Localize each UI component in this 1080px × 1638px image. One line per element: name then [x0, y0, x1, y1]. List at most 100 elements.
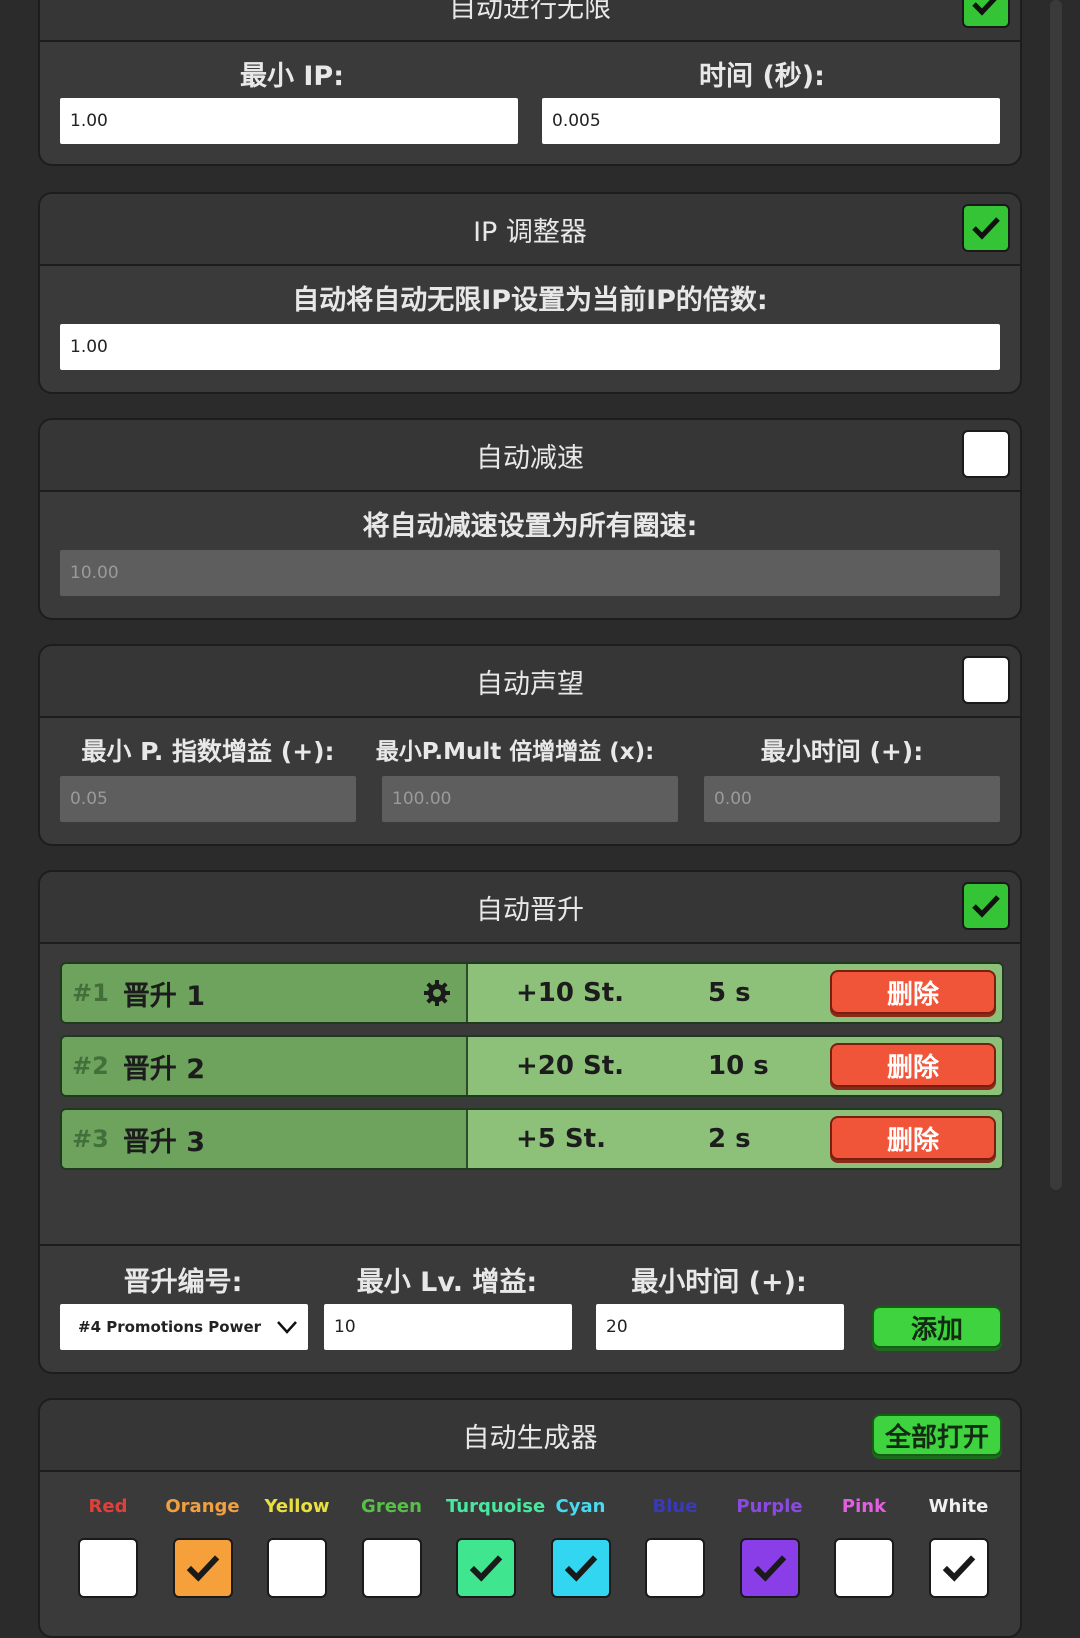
chevron-down-icon — [277, 1321, 297, 1334]
generator-color-label: Turquoise — [446, 1496, 546, 1517]
auto-infinity-toggle[interactable] — [962, 0, 1010, 28]
generator-color-toggle[interactable] — [267, 1538, 327, 1598]
generator-color-label: Blue — [652, 1496, 698, 1517]
check-icon — [469, 1555, 503, 1582]
generator-color-orange: Orange — [163, 1496, 243, 1598]
promotion-row-right: +5 St. 2 s 删除 — [468, 1110, 1002, 1168]
check-icon — [564, 1555, 597, 1582]
auto-slow-input[interactable]: 10.00 — [60, 550, 1000, 596]
promotion-time: 10 s — [708, 1051, 769, 1081]
generator-color-label: Green — [361, 1496, 422, 1517]
generator-color-label: Pink — [841, 1496, 887, 1517]
generator-color-white: White — [919, 1496, 999, 1598]
promotion-row-right: +20 St. 10 s 删除 — [468, 1037, 1002, 1095]
auto-infinity-title: 自动进行无限 — [449, 0, 611, 24]
auto-generator-title: 自动生成器 — [462, 1422, 598, 1454]
promotion-name: 晋升 2 — [122, 1053, 205, 1085]
delete-button[interactable]: 删除 — [830, 1043, 996, 1087]
ip-multiplier-input[interactable]: 1.00 — [60, 324, 1000, 370]
open-all-button[interactable]: 全部打开 — [872, 1414, 1002, 1456]
generator-color-toggle[interactable] — [550, 1538, 611, 1598]
delete-button[interactable]: 删除 — [830, 1116, 996, 1160]
auto-promotion-panel: 自动晋升 #1 晋升 1 +10 St. 5 s 删除 #2 晋升 2 +20 … — [38, 870, 1022, 1374]
generator-color-label: Red — [88, 1496, 128, 1517]
promotion-row-left: #1 晋升 1 — [62, 964, 468, 1022]
generator-color-toggle[interactable] — [645, 1538, 705, 1598]
promotion-select-value: #4 Promotions Power — [78, 1318, 262, 1336]
promotion-row-right: +10 St. 5 s 删除 — [468, 964, 1002, 1022]
auto-promotion-header: 自动晋升 — [40, 872, 1020, 944]
promo-min-time-label: 最小时间 (+): — [631, 1267, 807, 1298]
min-lv-input[interactable]: 10 — [324, 1304, 572, 1350]
auto-slow-desc: 将自动减速设置为所有圈速: — [362, 511, 698, 542]
generator-color-toggle[interactable] — [172, 1538, 233, 1598]
auto-infinity-header: 自动进行无限 — [40, 0, 1020, 42]
ip-adjuster-header: IP 调整器 — [40, 194, 1020, 266]
auto-slow-header: 自动减速 — [40, 420, 1020, 492]
promotion-row: #2 晋升 2 +20 St. 10 s 删除 — [60, 1035, 1004, 1097]
auto-slow-toggle[interactable] — [962, 430, 1010, 478]
generator-color-toggle[interactable] — [361, 1538, 422, 1598]
check-icon — [942, 1555, 975, 1582]
auto-prestige-header: 自动声望 — [40, 646, 1020, 718]
promotion-stat: +20 St. — [516, 1051, 625, 1081]
check-icon — [753, 1555, 786, 1582]
check-icon — [972, 895, 1000, 918]
promotion-time: 2 s — [708, 1124, 751, 1154]
ip-adjuster-desc: 自动将自动无限IP设置为当前IP的倍数: — [292, 285, 768, 316]
add-button[interactable]: 添加 — [872, 1306, 1002, 1348]
generator-color-label: Purple — [736, 1496, 803, 1517]
generator-color-toggle[interactable] — [739, 1538, 800, 1598]
generator-color-label: Yellow — [264, 1496, 330, 1517]
generator-color-grid: Red Orange Yellow Green Turquoise Cyan Blue Pur… — [40, 1472, 1020, 1632]
generator-color-toggle[interactable] — [834, 1538, 894, 1598]
promotion-row: #3 晋升 3 +5 St. 2 s 删除 — [60, 1108, 1004, 1170]
auto-infinity-panel: 自动进行无限 最小 IP: 时间 (秒): 1.00 0.005 — [38, 0, 1022, 166]
min-p-mult-label: 最小P.Mult 倍增增益 (x): — [375, 739, 655, 765]
generator-color-toggle[interactable] — [928, 1538, 989, 1598]
generator-color-cyan: Cyan — [541, 1496, 621, 1598]
promotion-row-left: #3 晋升 3 — [62, 1110, 468, 1168]
time-input[interactable]: 0.005 — [542, 98, 1000, 144]
promotion-number: #1 — [72, 979, 109, 1007]
min-time-input[interactable]: 0.00 — [704, 776, 1000, 822]
auto-promotion-title: 自动晋升 — [476, 894, 584, 926]
promotion-number: #3 — [72, 1125, 109, 1153]
generator-color-label: Cyan — [555, 1496, 606, 1517]
auto-slow-title: 自动减速 — [476, 442, 584, 474]
gear-icon[interactable] — [422, 978, 452, 1008]
delete-button[interactable]: 删除 — [830, 970, 996, 1014]
generator-color-label: Orange — [165, 1496, 240, 1517]
min-p-exp-input[interactable]: 0.05 — [60, 776, 356, 822]
auto-prestige-toggle[interactable] — [962, 656, 1010, 704]
generator-color-toggle[interactable] — [456, 1538, 516, 1598]
promotion-row-left: #2 晋升 2 — [62, 1037, 468, 1095]
generator-color-toggle[interactable] — [78, 1538, 138, 1598]
time-label: 时间 (秒): — [699, 61, 825, 92]
scrollbar[interactable] — [1050, 0, 1062, 1190]
promotion-number-label: 晋升编号: — [123, 1267, 243, 1298]
promotion-name: 晋升 3 — [122, 1126, 205, 1158]
generator-color-purple: Purple — [730, 1496, 810, 1598]
min-lv-label: 最小 Lv. 增益: — [356, 1267, 538, 1298]
min-time-label: 最小时间 (+): — [760, 737, 924, 766]
promotion-time: 5 s — [708, 978, 751, 1008]
auto-generator-panel: 自动生成器 全部打开 Red Orange Yellow Green Turquoise… — [38, 1398, 1022, 1638]
check-icon — [186, 1555, 219, 1582]
promotion-number-select[interactable]: #4 Promotions Power — [60, 1304, 308, 1350]
promotion-stat: +5 St. — [516, 1124, 606, 1154]
min-p-mult-input[interactable]: 100.00 — [382, 776, 678, 822]
min-ip-input[interactable]: 1.00 — [60, 98, 518, 144]
generator-color-yellow: Yellow — [257, 1496, 337, 1598]
min-p-exp-label: 最小 P. 指数增益 (+): — [81, 737, 335, 766]
auto-promotion-toggle[interactable] — [962, 882, 1010, 930]
promotion-stat: +10 St. — [516, 978, 625, 1008]
promo-min-time-input[interactable]: 20 — [596, 1304, 844, 1350]
generator-color-turquoise: Turquoise — [446, 1496, 546, 1598]
generator-color-red: Red — [68, 1496, 148, 1598]
ip-adjuster-toggle[interactable] — [962, 204, 1010, 252]
promotion-number: #2 — [72, 1052, 109, 1080]
promotion-row: #1 晋升 1 +10 St. 5 s 删除 — [60, 962, 1004, 1024]
auto-prestige-panel: 自动声望 最小 P. 指数增益 (+): 最小P.Mult 倍增增益 (x): … — [38, 644, 1022, 846]
promotion-name: 晋升 1 — [122, 980, 205, 1012]
